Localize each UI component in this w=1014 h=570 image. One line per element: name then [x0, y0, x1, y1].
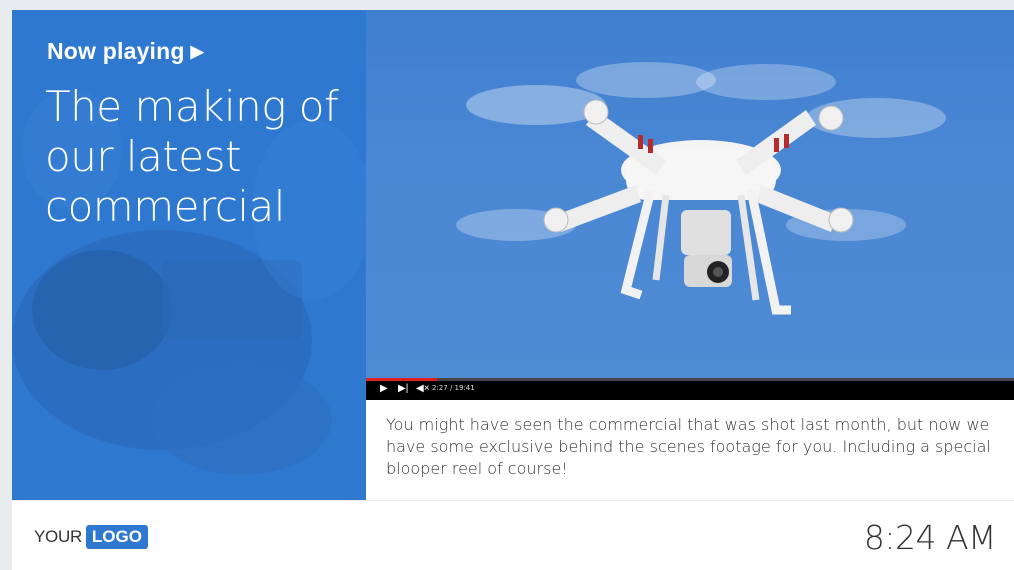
video-player[interactable]	[366, 10, 1014, 378]
progress-played[interactable]	[366, 378, 437, 381]
play-arrow-icon: ▶	[190, 42, 204, 61]
signage-screen: Now playing ▶ The making of our latest co…	[12, 10, 1014, 570]
video-controls: ▶ ▶| ◀× 2:27 / 19:41	[366, 378, 1014, 400]
brand-logo: YOUR LOGO	[34, 525, 148, 549]
video-description: You might have seen the commercial that …	[386, 415, 991, 478]
footer-divider	[12, 500, 1014, 501]
logo-prefix: YOUR	[34, 527, 82, 546]
mute-icon[interactable]: ◀×	[416, 383, 430, 395]
clock: 8:24 AM	[863, 518, 997, 557]
now-playing-label: Now playing ▶	[47, 38, 204, 65]
video-title: The making of our latest commercial	[45, 82, 339, 231]
logo-box: LOGO	[85, 525, 148, 549]
time-readout: 2:27 / 19:41	[432, 384, 475, 392]
skip-next-icon[interactable]: ▶|	[398, 383, 408, 395]
now-playing-panel: Now playing ▶ The making of our latest co…	[12, 10, 366, 500]
progress-track[interactable]	[437, 378, 1014, 381]
play-icon[interactable]: ▶	[380, 383, 388, 395]
drone-video-frame	[456, 62, 946, 315]
now-playing-text: Now playing	[47, 38, 185, 64]
